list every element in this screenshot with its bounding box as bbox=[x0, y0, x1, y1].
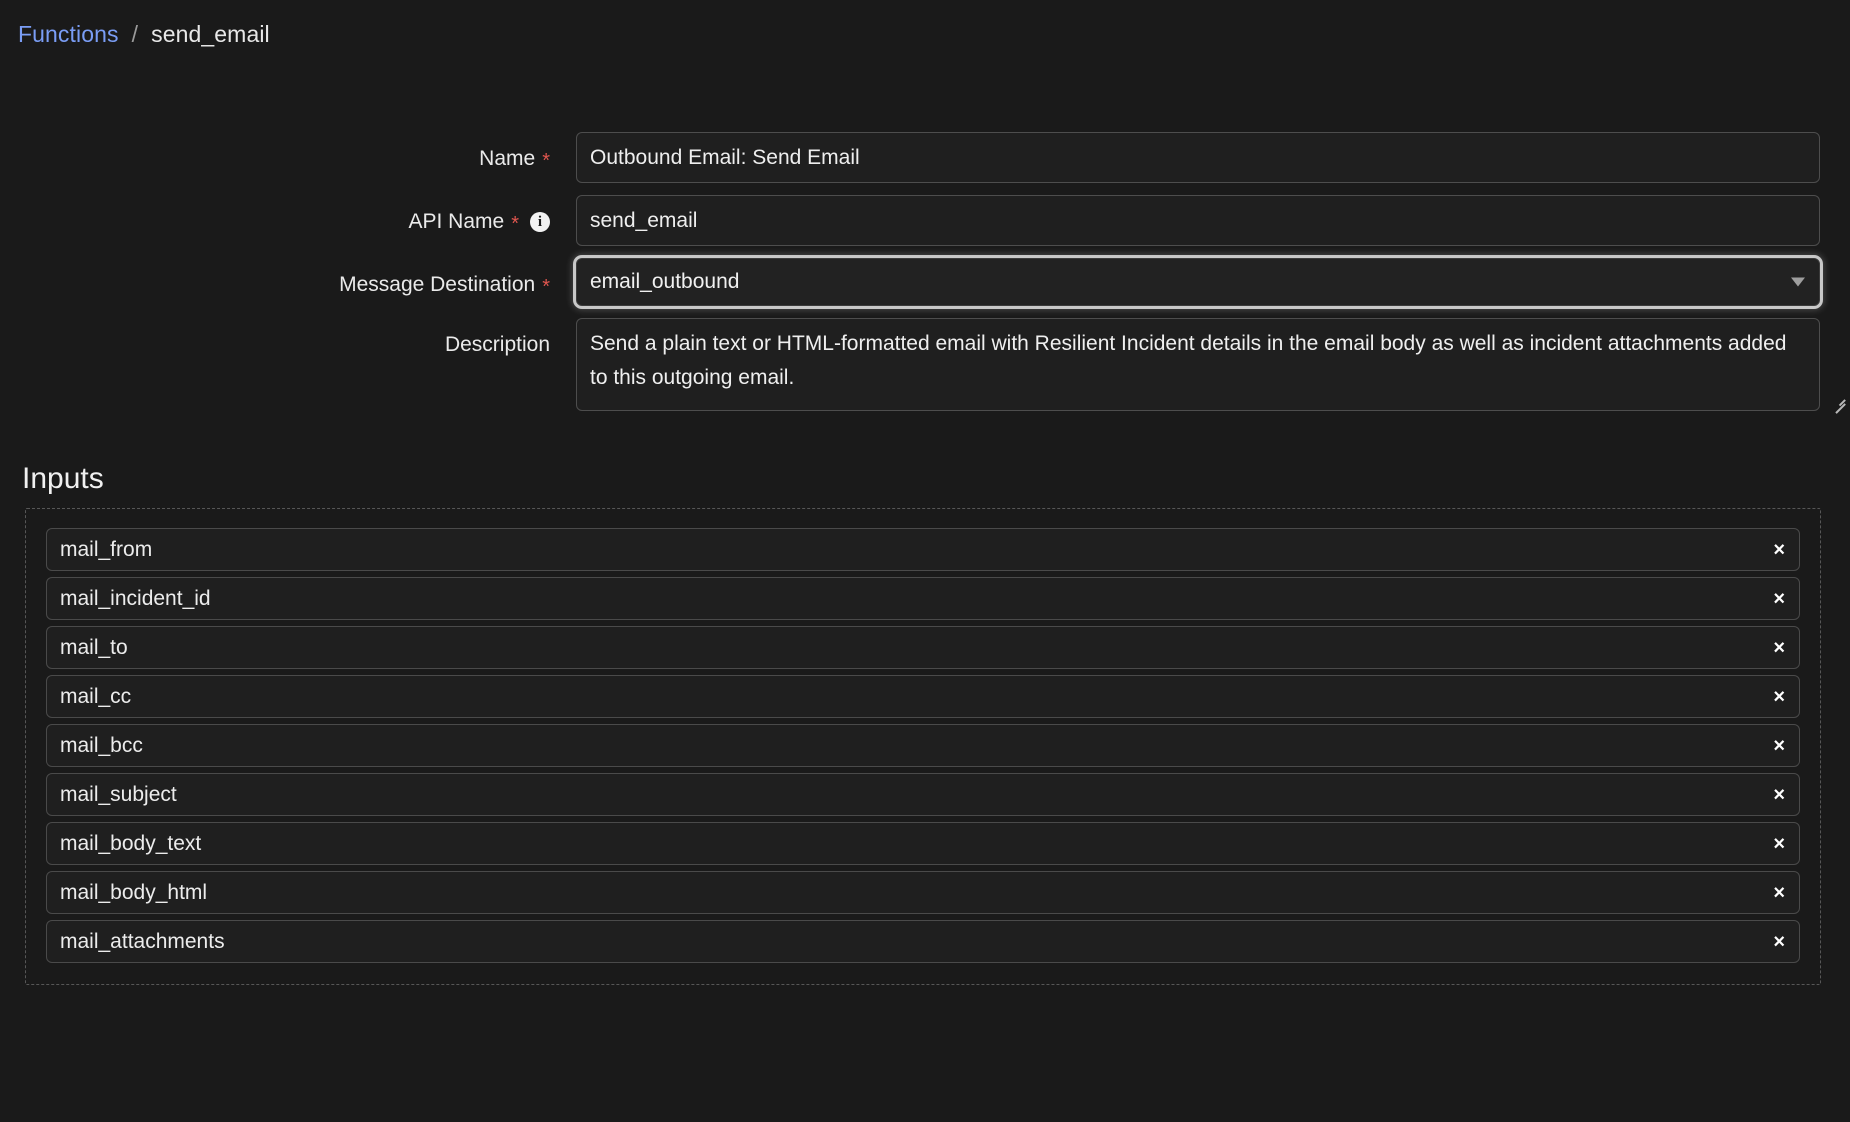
form-row-api-name: API Name * i bbox=[0, 195, 1850, 246]
remove-input-button[interactable]: × bbox=[1770, 932, 1788, 952]
list-item[interactable]: mail_from × bbox=[46, 528, 1800, 571]
message-destination-required-asterisk: * bbox=[542, 276, 550, 298]
input-name: mail_subject bbox=[60, 782, 177, 806]
breadcrumb: Functions / send_email bbox=[18, 20, 270, 48]
resize-handle-icon[interactable] bbox=[1830, 391, 1846, 413]
chevron-down-icon[interactable] bbox=[1791, 277, 1805, 287]
input-name: mail_body_html bbox=[60, 880, 208, 904]
list-item[interactable]: mail_body_html × bbox=[46, 871, 1800, 914]
name-input[interactable] bbox=[576, 132, 1820, 183]
breadcrumb-separator: / bbox=[131, 21, 139, 47]
input-name: mail_from bbox=[60, 537, 153, 561]
list-item[interactable]: mail_bcc × bbox=[46, 724, 1800, 767]
input-name: mail_bcc bbox=[60, 733, 143, 757]
remove-input-button[interactable]: × bbox=[1770, 834, 1788, 854]
message-destination-selected-value: email_outbound bbox=[590, 270, 740, 293]
name-label: Name bbox=[479, 147, 536, 170]
inputs-section-title: Inputs bbox=[22, 462, 104, 495]
message-destination-label-group: Message Destination * bbox=[0, 258, 576, 298]
api-name-label: API Name bbox=[408, 210, 505, 233]
name-required-asterisk: * bbox=[542, 150, 550, 172]
list-item[interactable]: mail_to × bbox=[46, 626, 1800, 669]
name-label-group: Name * bbox=[0, 132, 576, 172]
api-name-required-asterisk: * bbox=[511, 213, 519, 235]
list-item[interactable]: mail_body_text × bbox=[46, 822, 1800, 865]
name-field-wrap bbox=[576, 132, 1850, 183]
api-name-label-group: API Name * i bbox=[0, 195, 576, 235]
remove-input-button[interactable]: × bbox=[1770, 785, 1788, 805]
info-icon[interactable]: i bbox=[530, 212, 550, 232]
description-textarea[interactable]: Send a plain text or HTML-formatted emai… bbox=[576, 318, 1820, 411]
message-destination-field-wrap: email_outbound bbox=[576, 258, 1850, 306]
description-label-group: Description bbox=[0, 318, 576, 358]
api-name-input[interactable] bbox=[576, 195, 1820, 246]
list-item[interactable]: mail_attachments × bbox=[46, 920, 1800, 963]
list-item[interactable]: mail_incident_id × bbox=[46, 577, 1800, 620]
input-name: mail_body_text bbox=[60, 831, 202, 855]
input-name: mail_to bbox=[60, 635, 128, 659]
function-form: Name * API Name * i Message Destination … bbox=[0, 132, 1850, 423]
remove-input-button[interactable]: × bbox=[1770, 540, 1788, 560]
input-name: mail_cc bbox=[60, 684, 132, 708]
form-row-message-destination: Message Destination * email_outbound bbox=[0, 258, 1850, 306]
description-label: Description bbox=[444, 333, 550, 356]
breadcrumb-link-functions[interactable]: Functions bbox=[18, 20, 119, 48]
inputs-list-container: mail_from × mail_incident_id × mail_to ×… bbox=[25, 508, 1821, 985]
input-name: mail_attachments bbox=[60, 929, 225, 953]
remove-input-button[interactable]: × bbox=[1770, 736, 1788, 756]
list-item[interactable]: mail_cc × bbox=[46, 675, 1800, 718]
form-row-name: Name * bbox=[0, 132, 1850, 183]
form-row-description: Description Send a plain text or HTML-fo… bbox=[0, 318, 1850, 413]
api-name-field-wrap bbox=[576, 195, 1850, 246]
description-field-wrap: Send a plain text or HTML-formatted emai… bbox=[576, 318, 1850, 413]
remove-input-button[interactable]: × bbox=[1770, 883, 1788, 903]
breadcrumb-current-send-email: send_email bbox=[151, 21, 270, 47]
input-name: mail_incident_id bbox=[60, 586, 211, 610]
remove-input-button[interactable]: × bbox=[1770, 638, 1788, 658]
message-destination-select[interactable]: email_outbound bbox=[576, 258, 1820, 306]
remove-input-button[interactable]: × bbox=[1770, 687, 1788, 707]
list-item[interactable]: mail_subject × bbox=[46, 773, 1800, 816]
remove-input-button[interactable]: × bbox=[1770, 589, 1788, 609]
function-editor-page: Functions / send_email Name * API Name *… bbox=[0, 0, 1850, 1122]
message-destination-label: Message Destination bbox=[339, 273, 536, 296]
